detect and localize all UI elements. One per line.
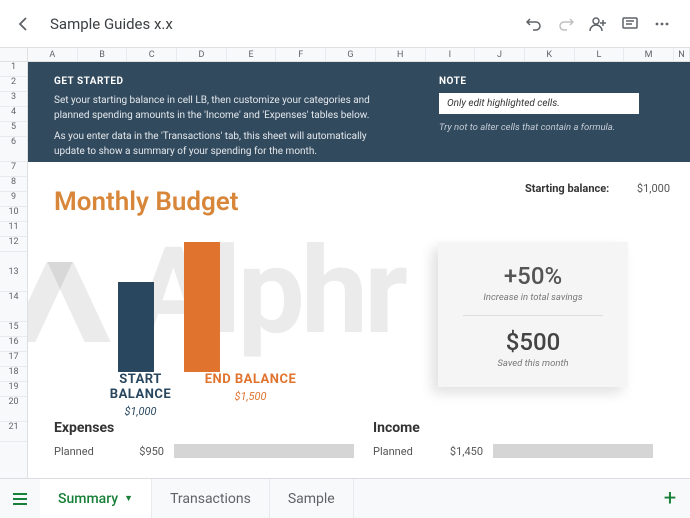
- page-title: Monthly Budget: [54, 187, 239, 217]
- col-G[interactable]: G: [326, 48, 376, 61]
- start-balance-bar: [118, 282, 154, 372]
- starting-balance-value[interactable]: $1,000: [620, 182, 670, 195]
- all-sheets-icon[interactable]: [0, 479, 40, 518]
- tab-summary[interactable]: Summary▼: [40, 479, 152, 518]
- get-started-heading: GET STARTED: [54, 76, 399, 87]
- col-L[interactable]: L: [575, 48, 625, 61]
- col-C[interactable]: C: [127, 48, 177, 61]
- note-input-cell[interactable]: Only edit highlighted cells.: [439, 93, 639, 114]
- end-balance-bar: [184, 242, 220, 372]
- income-heading: Income: [373, 420, 653, 436]
- income-planned-bar: [493, 444, 653, 458]
- chevron-down-icon: ▼: [124, 493, 133, 504]
- col-F[interactable]: F: [276, 48, 326, 61]
- tab-sample[interactable]: Sample: [270, 479, 354, 518]
- column-headers: A B C D E F G H I J K L M N: [0, 48, 690, 62]
- col-I[interactable]: I: [426, 48, 476, 61]
- col-J[interactable]: J: [475, 48, 525, 61]
- header-banner: GET STARTED Set your starting balance in…: [28, 62, 690, 162]
- col-A[interactable]: A: [28, 48, 78, 61]
- row-headers: 1 2 3 4 5 6 7 8 9 10 11 12 13 14 15 16 1…: [0, 62, 28, 478]
- col-E[interactable]: E: [227, 48, 277, 61]
- savings-card: +50% Increase in total savings $500 Save…: [438, 242, 628, 387]
- expenses-heading: Expenses: [54, 420, 354, 436]
- col-M[interactable]: M: [624, 48, 674, 61]
- tab-transactions[interactable]: Transactions: [152, 479, 270, 518]
- col-H[interactable]: H: [376, 48, 426, 61]
- comment-icon[interactable]: [614, 8, 646, 40]
- back-button[interactable]: [12, 12, 36, 36]
- note-heading: NOTE: [439, 76, 664, 87]
- add-sheet-button[interactable]: +: [650, 479, 690, 518]
- share-add-person-icon[interactable]: [582, 8, 614, 40]
- more-icon[interactable]: [646, 8, 678, 40]
- expenses-planned-bar: [174, 444, 354, 458]
- sheet-tabs: Summary▼ Transactions Sample +: [0, 478, 690, 518]
- undo-icon[interactable]: [518, 8, 550, 40]
- balance-bar-chart: [118, 242, 220, 372]
- col-N[interactable]: N: [674, 48, 690, 61]
- col-K[interactable]: K: [525, 48, 575, 61]
- spreadsheet-canvas[interactable]: GET STARTED Set your starting balance in…: [28, 62, 690, 478]
- starting-balance-label: Starting balance:: [525, 182, 609, 195]
- document-title[interactable]: Sample Guides x.x: [50, 15, 173, 33]
- col-B[interactable]: B: [78, 48, 128, 61]
- col-D[interactable]: D: [177, 48, 227, 61]
- redo-icon[interactable]: [550, 8, 582, 40]
